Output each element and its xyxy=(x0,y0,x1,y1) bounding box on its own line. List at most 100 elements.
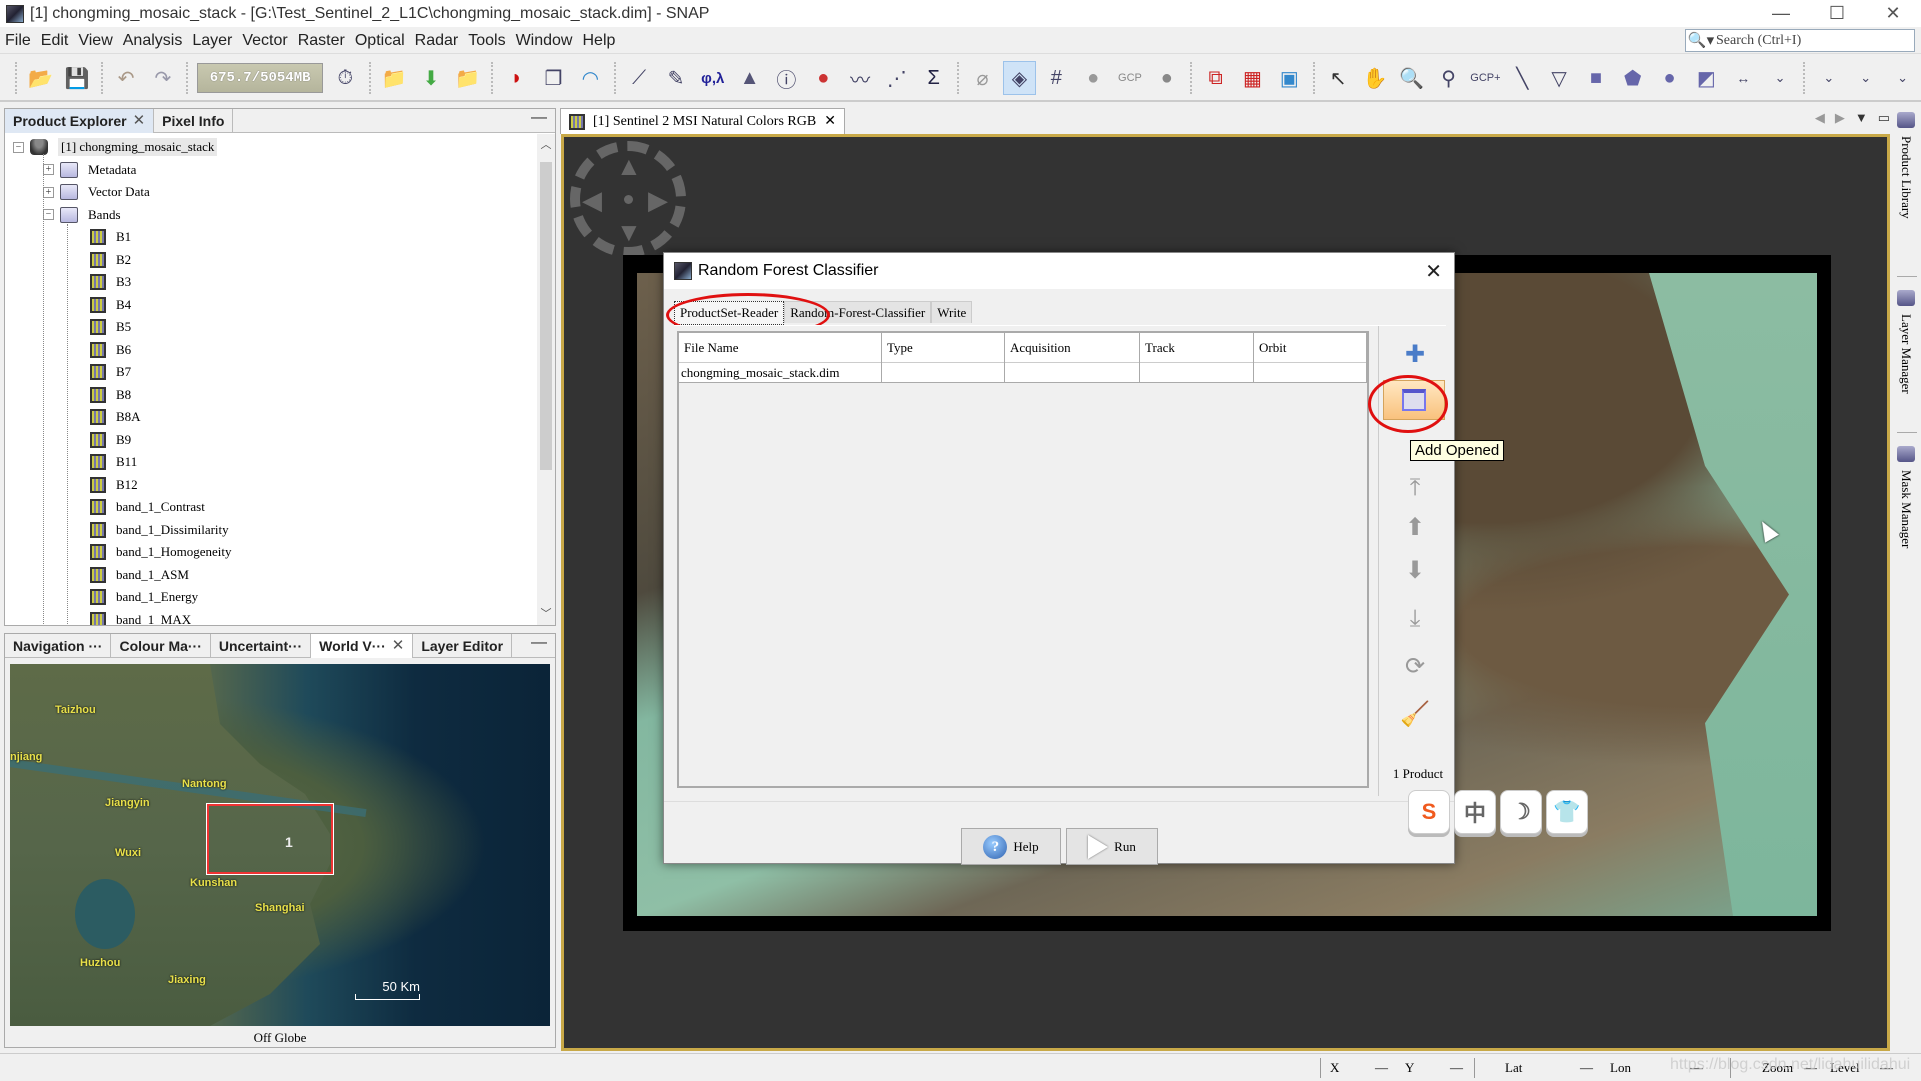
open-product-icon[interactable]: 📂 xyxy=(24,61,57,95)
add-product-button[interactable]: ✚ xyxy=(1397,336,1433,372)
line-tool-icon[interactable]: ╲ xyxy=(1506,61,1539,95)
statistics-icon[interactable]: Σ xyxy=(917,61,950,95)
import-vector-icon[interactable]: 📁 xyxy=(378,61,411,95)
moon-icon[interactable]: ☽ xyxy=(1500,790,1542,834)
menu-analysis[interactable]: Analysis xyxy=(118,32,188,50)
move-top-button[interactable]: ⤒ xyxy=(1397,470,1433,506)
column-orbit[interactable]: Orbit xyxy=(1254,333,1367,363)
help-button[interactable]: ? Help xyxy=(961,828,1061,865)
tree-node-band[interactable]: B8 xyxy=(73,384,131,406)
session-icon[interactable]: ⏱ xyxy=(329,61,362,95)
polyline-tool-icon[interactable]: ▽ xyxy=(1543,61,1576,95)
menu-raster[interactable]: Raster xyxy=(293,32,350,50)
tree-node-band[interactable]: B12 xyxy=(73,474,138,496)
mask-info-icon[interactable]: ● xyxy=(807,61,840,95)
tree-node-band[interactable]: B9 xyxy=(73,429,131,451)
close-tab-icon[interactable]: ✕ xyxy=(133,109,146,133)
tree-node-band[interactable]: B1 xyxy=(73,226,131,248)
redo-icon[interactable]: ↷ xyxy=(146,61,179,95)
close-tab-icon[interactable]: ✕ xyxy=(824,113,836,130)
histogram-icon[interactable]: ▲ xyxy=(733,61,766,95)
graph-builder-icon[interactable]: ⧉ xyxy=(1199,61,1232,95)
minimize-panel-button[interactable]: — xyxy=(531,109,547,127)
tree-node-band[interactable]: band_1_Dissimilarity xyxy=(73,519,229,541)
edit-pen-icon[interactable]: ✎ xyxy=(660,61,693,95)
pan-tool-icon[interactable]: ✋ xyxy=(1359,61,1392,95)
collapse-icon[interactable]: − xyxy=(43,209,54,220)
gcp-manager-icon[interactable]: GCP xyxy=(1114,61,1147,95)
world-map[interactable]: Taizhou njiang Nantong Jiangyin Wuxi Kun… xyxy=(10,664,550,1026)
tree-node-band[interactable]: B3 xyxy=(73,271,131,293)
sync-views-icon[interactable]: ◈ xyxy=(1002,61,1036,95)
menu-window[interactable]: Window xyxy=(511,32,578,50)
tree-node-bands[interactable]: − Bands xyxy=(43,204,121,226)
rectangle-tool-icon[interactable]: ■ xyxy=(1579,61,1612,95)
move-down-button[interactable]: ⬇ xyxy=(1397,552,1433,588)
pin-placing-icon[interactable]: ⚲ xyxy=(1432,61,1465,95)
tree-node-vector-data[interactable]: + Vector Data xyxy=(43,181,150,203)
maximize-button[interactable]: ☐ xyxy=(1809,0,1865,27)
menu-tools[interactable]: Tools xyxy=(463,32,510,50)
close-tab-icon[interactable]: ✕ xyxy=(392,634,405,658)
export-icon[interactable]: 📁 xyxy=(451,61,484,95)
run-button[interactable]: Run xyxy=(1066,828,1158,865)
scrollbar-thumb[interactable] xyxy=(540,162,552,470)
minimize-button[interactable]: — xyxy=(1753,0,1809,27)
scatter-plot-icon[interactable]: ⋰ xyxy=(881,61,914,95)
expand-icon[interactable]: + xyxy=(43,186,54,198)
no-sync-icon[interactable]: ⌀ xyxy=(966,61,999,95)
chinese-input-icon[interactable]: 中 xyxy=(1454,790,1496,834)
tree-node-band[interactable]: band_1_Contrast xyxy=(73,496,205,518)
tree-node-band[interactable]: B11 xyxy=(73,451,137,473)
more-toolbar-chevron-icon-3[interactable]: ⌄ xyxy=(1886,61,1919,95)
pan-left-icon[interactable]: ◀ xyxy=(582,187,602,213)
pan-down-icon[interactable]: ▼ xyxy=(616,219,642,245)
tab-layer-editor[interactable]: Layer Editor xyxy=(413,634,513,658)
menu-vector[interactable]: Vector xyxy=(237,32,292,50)
move-bottom-button[interactable]: ⤓ xyxy=(1397,601,1433,637)
polygon-tool-icon[interactable]: ⬟ xyxy=(1616,61,1649,95)
tab-uncertainty[interactable]: Uncertaint··· xyxy=(211,634,312,658)
range-finder-icon[interactable]: ↔ xyxy=(1727,61,1760,95)
tree-scrollbar[interactable]: ︿ ﹀ xyxy=(537,134,555,625)
rgb-image-icon[interactable]: ◗ xyxy=(500,61,533,95)
column-type[interactable]: Type xyxy=(882,333,1005,363)
tab-colour-manipulation[interactable]: Colour Ma··· xyxy=(111,634,211,658)
column-track[interactable]: Track xyxy=(1140,333,1254,363)
tab-list-icon[interactable]: ▼ xyxy=(1855,110,1868,126)
tree-node-metadata[interactable]: + Metadata xyxy=(43,159,136,181)
tree-node-band[interactable]: band_1_ASM xyxy=(73,564,189,586)
information-icon[interactable]: ⓘ xyxy=(770,61,803,95)
pan-right-icon[interactable]: ▶ xyxy=(648,187,668,213)
zoom-tool-icon[interactable]: 🔍 xyxy=(1395,61,1428,95)
collapse-icon[interactable]: − xyxy=(13,141,24,153)
refresh-button[interactable]: ⟳ xyxy=(1397,648,1433,684)
tree-node-band[interactable]: B2 xyxy=(73,249,131,271)
scroll-up-icon[interactable]: ︿ xyxy=(537,136,555,154)
batch-processing-icon[interactable]: ▦ xyxy=(1236,61,1269,95)
pan-center-icon[interactable] xyxy=(624,195,633,204)
column-file-name[interactable]: File Name xyxy=(679,333,882,363)
sogou-icon[interactable]: S xyxy=(1408,790,1450,834)
tab-navigation[interactable]: Navigation ··· xyxy=(5,634,112,658)
plot-icon[interactable]: ⟋ xyxy=(623,61,656,95)
dock-layer-manager[interactable]: Layer Manager xyxy=(1897,290,1915,394)
prev-tab-icon[interactable]: ◀ xyxy=(1815,110,1825,126)
pin-manager-icon[interactable]: ● xyxy=(1077,61,1110,95)
product-footprint[interactable]: 1 xyxy=(207,804,333,874)
minimize-panel-button[interactable]: — xyxy=(531,634,547,652)
menu-layer[interactable]: Layer xyxy=(187,32,237,50)
menu-optical[interactable]: Optical xyxy=(350,32,410,50)
pan-up-icon[interactable]: ▲ xyxy=(616,153,642,179)
tree-node-band[interactable]: B4 xyxy=(73,294,131,316)
clear-button[interactable]: 🧹 xyxy=(1397,696,1433,732)
next-tab-icon[interactable]: ▶ xyxy=(1835,110,1845,126)
spectrum-icon[interactable]: 〰 xyxy=(844,61,877,95)
table-row[interactable]: chongming_mosaic_stack.dim xyxy=(679,363,1367,383)
more-toolbar-chevron-icon[interactable]: ⌄ xyxy=(1812,61,1845,95)
tree-node-band[interactable]: band_1_MAX xyxy=(73,609,191,625)
menu-file[interactable]: File xyxy=(0,32,36,50)
menu-edit[interactable]: Edit xyxy=(36,32,74,50)
world-wind-icon[interactable]: ▣ xyxy=(1273,61,1306,95)
geo-coding-icon[interactable]: φ,λ xyxy=(696,61,729,95)
